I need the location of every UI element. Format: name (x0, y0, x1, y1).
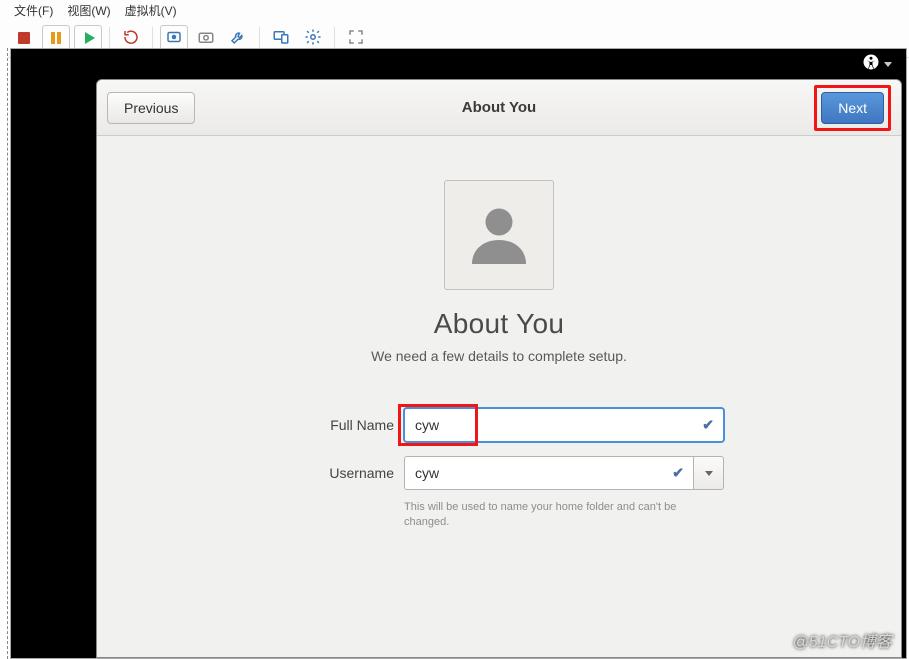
fullname-label: Full Name (274, 417, 394, 433)
previous-button[interactable]: Previous (107, 92, 195, 124)
left-margin-strip (0, 48, 8, 659)
username-hint: This will be used to name your home fold… (404, 500, 724, 530)
menu-vm[interactable]: 虚拟机(V) (125, 2, 177, 19)
devices-icon (272, 28, 290, 49)
username-dropdown-button[interactable] (694, 456, 724, 490)
toolbar-separator (109, 27, 110, 49)
dialog-header: Previous About You Next (97, 80, 901, 136)
check-icon: ✔ (672, 465, 684, 482)
chevron-down-icon (884, 62, 892, 67)
fullname-input[interactable] (404, 408, 724, 442)
toolbar-separator (259, 27, 260, 49)
menu-file[interactable]: 文件(F) (14, 2, 53, 19)
toolbar-separator (152, 27, 153, 49)
next-button-highlight: Next (814, 85, 891, 131)
page-subheading: We need a few details to complete setup. (371, 348, 627, 364)
person-icon (463, 198, 535, 273)
guest-top-panel (11, 49, 906, 79)
gear-icon (304, 28, 322, 49)
check-icon: ✔ (702, 417, 714, 434)
vm-display-frame: Previous About You Next About You We nee… (10, 48, 907, 659)
avatar-placeholder[interactable] (444, 180, 554, 290)
fullname-field-wrap: ✔ (404, 408, 724, 442)
username-input[interactable] (404, 456, 694, 490)
next-button[interactable]: Next (821, 92, 884, 124)
menu-view[interactable]: 视图(W) (67, 2, 110, 19)
accessibility-menu-button[interactable] (862, 53, 892, 75)
refresh-icon (122, 28, 140, 49)
setup-dialog-window: Previous About You Next About You We nee… (96, 79, 902, 658)
play-icon (85, 32, 95, 44)
stop-icon (18, 32, 30, 44)
pause-icon (51, 32, 61, 44)
host-menu-bar: 文件(F) 视图(W) 虚拟机(V) (0, 0, 909, 23)
page-heading: About You (434, 308, 564, 340)
fullscreen-icon (347, 28, 365, 49)
wrench-icon (229, 28, 247, 49)
username-field-wrap: ✔ (404, 456, 724, 490)
camera-icon (197, 28, 215, 49)
dialog-header-title: About You (97, 99, 901, 116)
username-label: Username (274, 465, 394, 481)
snapshot-icon (165, 28, 183, 49)
toolbar-separator (334, 27, 335, 49)
user-form: Full Name ✔ Username ✔ This will (274, 408, 724, 530)
chevron-down-icon (705, 471, 713, 476)
dialog-body: About You We need a few details to compl… (97, 136, 901, 657)
accessibility-icon (862, 53, 880, 75)
